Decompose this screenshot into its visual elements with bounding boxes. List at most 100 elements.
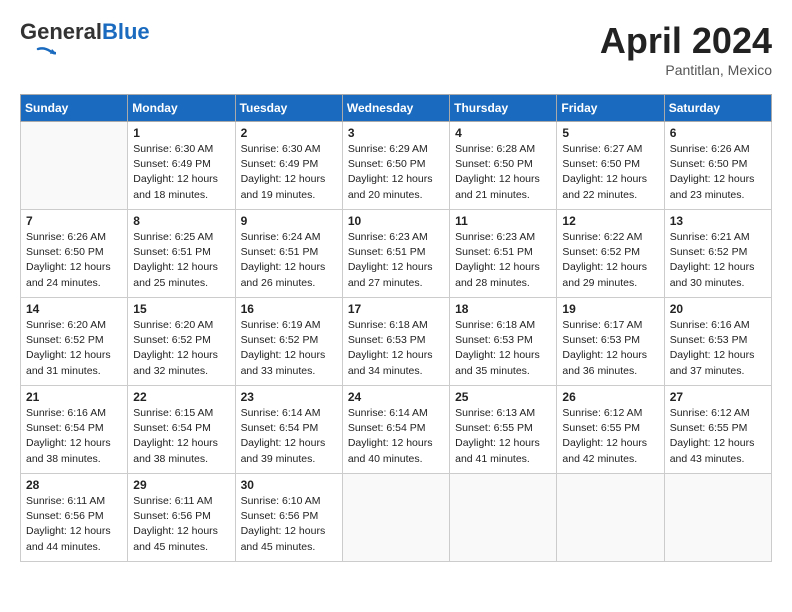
cell-info: Sunrise: 6:26 AMSunset: 6:50 PMDaylight:… <box>670 142 766 203</box>
calendar-cell: 21 Sunrise: 6:16 AMSunset: 6:54 PMDayligh… <box>21 386 128 474</box>
calendar-cell: 8 Sunrise: 6:25 AMSunset: 6:51 PMDaylight… <box>128 210 235 298</box>
title-block: April 2024 Pantitlan, Mexico <box>600 20 772 78</box>
calendar-cell <box>342 474 449 562</box>
day-number: 12 <box>562 214 658 228</box>
cell-info: Sunrise: 6:28 AMSunset: 6:50 PMDaylight:… <box>455 142 551 203</box>
logo: GeneralBlue <box>20 20 150 62</box>
day-number: 19 <box>562 302 658 316</box>
calendar-cell: 24Sunrise: 6:14 AMSunset: 6:54 PMDayligh… <box>342 386 449 474</box>
cell-info: Sunrise: 6:17 AMSunset: 6:53 PMDaylight:… <box>562 318 658 379</box>
cell-info: Sunrise: 6:30 AMSunset: 6:49 PMDaylight:… <box>241 142 337 203</box>
day-number: 13 <box>670 214 766 228</box>
cell-info: Sunrise: 6:12 AMSunset: 6:55 PMDaylight:… <box>670 406 766 467</box>
cell-info: Sunrise: 6:16 AMSunset: 6:54 PMDaylight:… <box>26 406 122 467</box>
day-number: 5 <box>562 126 658 140</box>
calendar-cell: 16 Sunrise: 6:19 AMSunset: 6:52 PMDayligh… <box>235 298 342 386</box>
calendar-cell: 7 Sunrise: 6:26 AMSunset: 6:50 PMDaylight… <box>21 210 128 298</box>
column-header-wednesday: Wednesday <box>342 95 449 122</box>
cell-info: Sunrise: 6:11 AMSunset: 6:56 PMDaylight:… <box>26 494 122 555</box>
day-number: 30 <box>241 478 337 492</box>
calendar-cell <box>664 474 771 562</box>
day-number: 4 <box>455 126 551 140</box>
calendar-cell <box>21 122 128 210</box>
cell-info: Sunrise: 6:23 AMSunset: 6:51 PMDaylight:… <box>348 230 444 291</box>
calendar-cell: 26 Sunrise: 6:12 AMSunset: 6:55 PMDayligh… <box>557 386 664 474</box>
calendar-cell: 13 Sunrise: 6:21 AMSunset: 6:52 PMDayligh… <box>664 210 771 298</box>
calendar-cell: 19 Sunrise: 6:17 AMSunset: 6:53 PMDayligh… <box>557 298 664 386</box>
cell-info: Sunrise: 6:29 AMSunset: 6:50 PMDaylight:… <box>348 142 444 203</box>
calendar-cell: 2 Sunrise: 6:30 AMSunset: 6:49 PMDaylight… <box>235 122 342 210</box>
calendar-cell: 10 Sunrise: 6:23 AMSunset: 6:51 PMDayligh… <box>342 210 449 298</box>
cell-info: Sunrise: 6:13 AMSunset: 6:55 PMDaylight:… <box>455 406 551 467</box>
column-header-saturday: Saturday <box>664 95 771 122</box>
cell-info: Sunrise: 6:18 AMSunset: 6:53 PMDaylight:… <box>348 318 444 379</box>
cell-info: Sunrise: 6:16 AMSunset: 6:53 PMDaylight:… <box>670 318 766 379</box>
calendar-cell: 6 Sunrise: 6:26 AMSunset: 6:50 PMDaylight… <box>664 122 771 210</box>
cell-info: Sunrise: 6:14 AMSunset: 6:54 PMDaylight:… <box>241 406 337 467</box>
day-number: 7 <box>26 214 122 228</box>
calendar-cell: 25 Sunrise: 6:13 AMSunset: 6:55 PMDayligh… <box>450 386 557 474</box>
day-number: 17 <box>348 302 444 316</box>
day-number: 21 <box>26 390 122 404</box>
calendar-cell: 18Sunrise: 6:18 AMSunset: 6:53 PMDayligh… <box>450 298 557 386</box>
calendar-cell <box>557 474 664 562</box>
calendar-cell: 15 Sunrise: 6:20 AMSunset: 6:52 PMDayligh… <box>128 298 235 386</box>
calendar-cell: 4 Sunrise: 6:28 AMSunset: 6:50 PMDaylight… <box>450 122 557 210</box>
logo-general-text: General <box>20 19 102 44</box>
cell-info: Sunrise: 6:18 AMSunset: 6:53 PMDaylight:… <box>455 318 551 379</box>
day-number: 28 <box>26 478 122 492</box>
calendar-week-2: 7 Sunrise: 6:26 AMSunset: 6:50 PMDaylight… <box>21 210 772 298</box>
logo-blue-text: Blue <box>102 19 150 44</box>
day-number: 29 <box>133 478 229 492</box>
day-number: 14 <box>26 302 122 316</box>
column-header-tuesday: Tuesday <box>235 95 342 122</box>
title-location: Pantitlan, Mexico <box>600 62 772 78</box>
day-number: 6 <box>670 126 766 140</box>
calendar-cell: 17 Sunrise: 6:18 AMSunset: 6:53 PMDayligh… <box>342 298 449 386</box>
day-number: 9 <box>241 214 337 228</box>
calendar-cell: 28 Sunrise: 6:11 AMSunset: 6:56 PMDayligh… <box>21 474 128 562</box>
calendar-cell: 11 Sunrise: 6:23 AMSunset: 6:51 PMDayligh… <box>450 210 557 298</box>
cell-info: Sunrise: 6:12 AMSunset: 6:55 PMDaylight:… <box>562 406 658 467</box>
cell-info: Sunrise: 6:20 AMSunset: 6:52 PMDaylight:… <box>26 318 122 379</box>
cell-info: Sunrise: 6:22 AMSunset: 6:52 PMDaylight:… <box>562 230 658 291</box>
calendar-cell: 27 Sunrise: 6:12 AMSunset: 6:55 PMDayligh… <box>664 386 771 474</box>
cell-info: Sunrise: 6:15 AMSunset: 6:54 PMDaylight:… <box>133 406 229 467</box>
cell-info: Sunrise: 6:30 AMSunset: 6:49 PMDaylight:… <box>133 142 229 203</box>
calendar-cell: 30 Sunrise: 6:10 AMSunset: 6:56 PMDayligh… <box>235 474 342 562</box>
day-number: 22 <box>133 390 229 404</box>
calendar-week-5: 28 Sunrise: 6:11 AMSunset: 6:56 PMDayligh… <box>21 474 772 562</box>
day-number: 16 <box>241 302 337 316</box>
calendar-cell: 23Sunrise: 6:14 AMSunset: 6:54 PMDayligh… <box>235 386 342 474</box>
title-month: April 2024 <box>600 20 772 62</box>
day-number: 26 <box>562 390 658 404</box>
day-number: 25 <box>455 390 551 404</box>
cell-info: Sunrise: 6:23 AMSunset: 6:51 PMDaylight:… <box>455 230 551 291</box>
day-number: 15 <box>133 302 229 316</box>
column-header-sunday: Sunday <box>21 95 128 122</box>
cell-info: Sunrise: 6:25 AMSunset: 6:51 PMDaylight:… <box>133 230 229 291</box>
calendar-cell: 14 Sunrise: 6:20 AMSunset: 6:52 PMDayligh… <box>21 298 128 386</box>
day-number: 8 <box>133 214 229 228</box>
calendar-header-row: SundayMondayTuesdayWednesdayThursdayFrid… <box>21 95 772 122</box>
cell-info: Sunrise: 6:19 AMSunset: 6:52 PMDaylight:… <box>241 318 337 379</box>
calendar-week-3: 14 Sunrise: 6:20 AMSunset: 6:52 PMDayligh… <box>21 298 772 386</box>
cell-info: Sunrise: 6:14 AMSunset: 6:54 PMDaylight:… <box>348 406 444 467</box>
column-header-monday: Monday <box>128 95 235 122</box>
column-header-friday: Friday <box>557 95 664 122</box>
calendar-cell: 9Sunrise: 6:24 AMSunset: 6:51 PMDaylight… <box>235 210 342 298</box>
day-number: 20 <box>670 302 766 316</box>
day-number: 11 <box>455 214 551 228</box>
page-header: GeneralBlue April 2024 Pantitlan, Mexico <box>20 20 772 78</box>
day-number: 10 <box>348 214 444 228</box>
calendar-week-4: 21 Sunrise: 6:16 AMSunset: 6:54 PMDayligh… <box>21 386 772 474</box>
day-number: 27 <box>670 390 766 404</box>
calendar-cell: 29Sunrise: 6:11 AMSunset: 6:56 PMDayligh… <box>128 474 235 562</box>
calendar-cell: 5Sunrise: 6:27 AMSunset: 6:50 PMDaylight… <box>557 122 664 210</box>
cell-info: Sunrise: 6:21 AMSunset: 6:52 PMDaylight:… <box>670 230 766 291</box>
cell-info: Sunrise: 6:10 AMSunset: 6:56 PMDaylight:… <box>241 494 337 555</box>
cell-info: Sunrise: 6:26 AMSunset: 6:50 PMDaylight:… <box>26 230 122 291</box>
day-number: 2 <box>241 126 337 140</box>
calendar-cell <box>450 474 557 562</box>
cell-info: Sunrise: 6:20 AMSunset: 6:52 PMDaylight:… <box>133 318 229 379</box>
